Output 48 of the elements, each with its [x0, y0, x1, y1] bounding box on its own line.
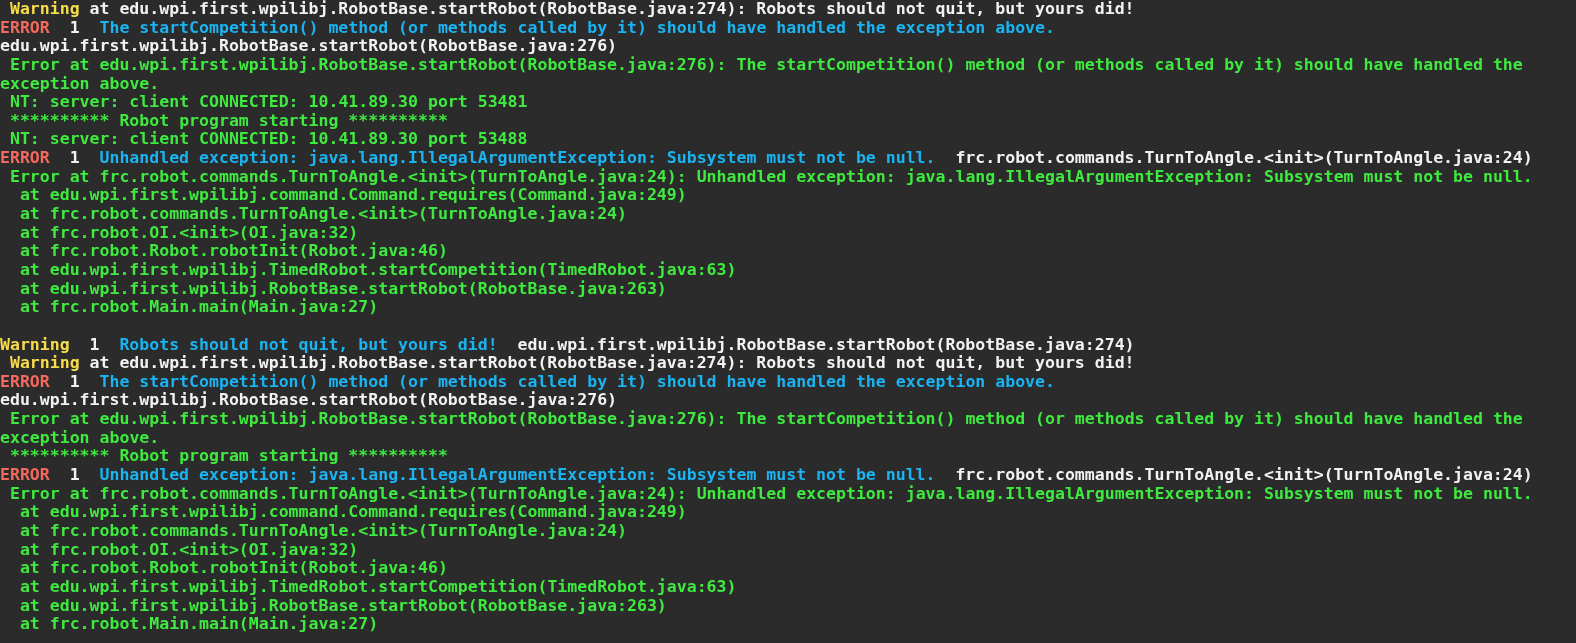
log-message: The startCompetition() method (or methods called by it) should have handled the exception above. — [99, 18, 1055, 38]
log-line: NT: server: client CONNECTED: 10.41.89.30 port 53488 — [9, 130, 528, 149]
log-line: exception above. — [0, 74, 160, 94]
stack-trace-line: at frc.robot.Main.main(Main.java:27) — [19, 615, 379, 634]
stack-trace-line: at frc.robot.OI.<init>(OI.java:32) — [19, 223, 359, 242]
log-line: Error at edu.wpi.first.wpilibj.RobotBase.startRobot(RobotBase.java:276): The startCompetition() method (or methods called by it) should have handled the — [9, 55, 1523, 75]
stack-trace-line: at edu.wpi.first.wpilibj.command.Command.requires(Command.java:249) — [19, 503, 687, 522]
log-message: Unhandled exception: java.lang.IllegalArgumentException: Subsystem must not be null. — [99, 149, 936, 168]
stack-trace-line: at edu.wpi.first.wpilibj.command.Command.requires(Command.java:249) — [19, 186, 687, 205]
log-level-label: Warning — [0, 335, 70, 355]
log-line: edu.wpi.first.wpilibj.RobotBase.startRobot(RobotBase.java:276) — [0, 391, 618, 410]
log-line: ********** Robot program starting ********** — [9, 111, 448, 131]
log-level-label: ERROR — [0, 372, 50, 391]
log-count: 1 — [69, 149, 80, 168]
log-level-label: ERROR — [0, 466, 50, 485]
stack-trace-line: at edu.wpi.first.wpilibj.TimedRobot.startCompetition(TimedRobot.java:63) — [19, 577, 737, 597]
log-line: edu.wpi.first.wpilibj.RobotBase.startRobot(RobotBase.java:276) — [0, 37, 618, 56]
log-count: 1 — [89, 335, 100, 355]
stack-trace-line: at frc.robot.Main.main(Main.java:27) — [19, 298, 379, 317]
log-count: 1 — [69, 466, 80, 485]
log-line: NT: server: client CONNECTED: 10.41.89.30 port 53481 — [9, 93, 528, 112]
log-count: 1 — [69, 18, 80, 37]
log-message: Unhandled exception: java.lang.IllegalArgumentException: Subsystem must not be null. — [99, 466, 936, 485]
stack-trace-line: at frc.robot.OI.<init>(OI.java:32) — [19, 540, 359, 559]
log-message: Robots should not quit, but yours did! — [119, 335, 498, 354]
log-count: 1 — [69, 372, 80, 391]
stack-trace-line: at edu.wpi.first.wpilibj.RobotBase.startRobot(RobotBase.java:263) — [19, 279, 667, 298]
log-line: Error at frc.robot.commands.TurnToAngle.<init>(TurnToAngle.java:24): Unhandled exception: java.lang.IllegalArgumentException: Subsystem must not be null. — [9, 167, 1533, 187]
stack-trace-line: at edu.wpi.first.wpilibj.TimedRobot.startCompetition(TimedRobot.java:63) — [19, 260, 737, 280]
stack-trace-line: at edu.wpi.first.wpilibj.RobotBase.startRobot(RobotBase.java:263) — [19, 596, 667, 615]
log-level-label: ERROR — [0, 18, 50, 37]
log-line: at edu.wpi.first.wpilibj.RobotBase.startRobot(RobotBase.java:274): Robots should not quit, but yours did! — [89, 0, 1135, 19]
log-location: frc.robot.commands.TurnToAngle.<init>(TurnToAngle.java:24) — [955, 149, 1533, 168]
log-line: exception above. — [0, 428, 160, 448]
stack-trace-line: at frc.robot.Robot.robotInit(Robot.java:46) — [19, 559, 448, 578]
log-level-label: Warning — [9, 354, 80, 373]
stack-trace-line: at frc.robot.Robot.robotInit(Robot.java:46) — [19, 242, 448, 261]
log-line: at edu.wpi.first.wpilibj.RobotBase.startRobot(RobotBase.java:274): Robots should not quit, but yours did! — [89, 354, 1135, 373]
log-location: edu.wpi.first.wpilibj.RobotBase.startRobot(RobotBase.java:274) — [517, 335, 1135, 354]
log-line: Error at edu.wpi.first.wpilibj.RobotBase.startRobot(RobotBase.java:276): The startCompetition() method (or methods called by it) should have handled the — [9, 410, 1523, 429]
log-level-label: Warning — [9, 0, 80, 19]
log-line: Error at frc.robot.commands.TurnToAngle.<init>(TurnToAngle.java:24): Unhandled exception: java.lang.IllegalArgumentException: Subsystem must not be null. — [9, 484, 1533, 504]
log-level-label: ERROR — [0, 149, 50, 168]
log-message: The startCompetition() method (or methods called by it) should have handled the exception above. — [99, 372, 1055, 392]
log-line: ********** Robot program starting ********** — [9, 447, 448, 466]
stack-trace-line: at frc.robot.commands.TurnToAngle.<init>(TurnToAngle.java:24) — [19, 205, 627, 224]
log-location: frc.robot.commands.TurnToAngle.<init>(TurnToAngle.java:24) — [955, 466, 1533, 485]
stack-trace-line: at frc.robot.commands.TurnToAngle.<init>(TurnToAngle.java:24) — [19, 521, 627, 541]
